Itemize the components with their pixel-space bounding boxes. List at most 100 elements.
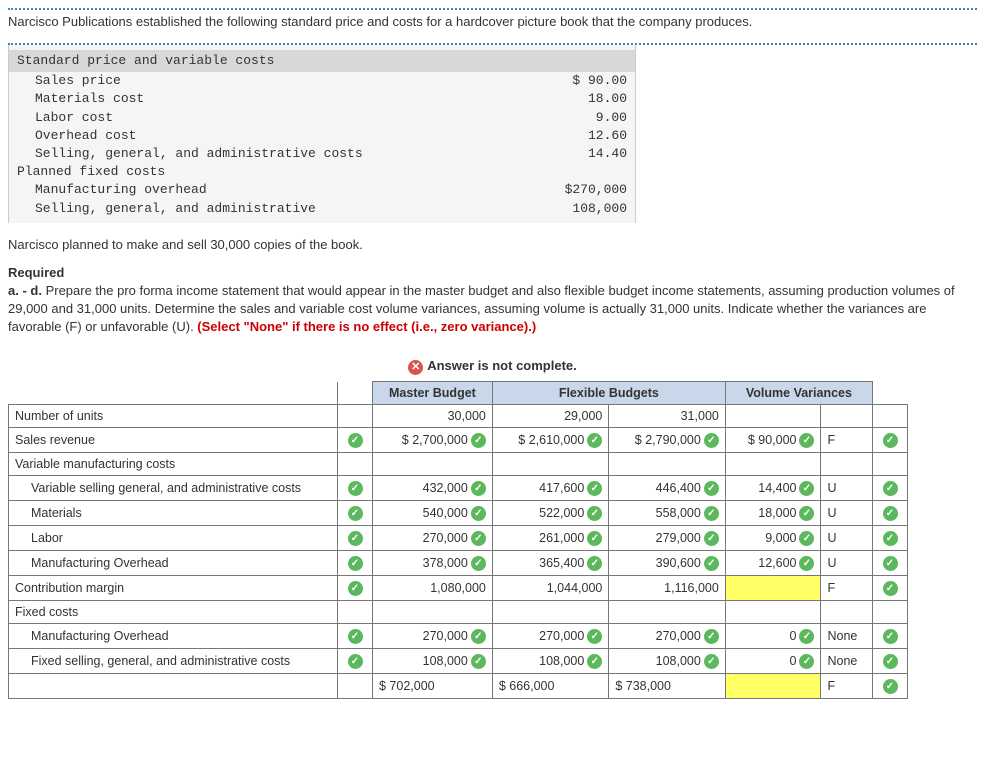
check-icon: ✓ (704, 556, 719, 571)
row-units: Number of units 30,000 29,000 31,000 (9, 405, 908, 428)
check-icon: ✓ (348, 506, 363, 521)
cell-value: 12,600 (732, 556, 797, 570)
row-sales: Sales revenue ✓ $ 2,700,000✓ $ 2,610,000… (9, 428, 908, 453)
cell-value: 432,000 (379, 481, 468, 495)
cell-value: 270,000 (615, 629, 701, 643)
cell-fu[interactable]: F (821, 674, 873, 699)
check-icon: ✓ (883, 433, 898, 448)
check-icon: ✓ (348, 654, 363, 669)
cell-label: Number of units (9, 405, 338, 428)
check-icon: ✓ (471, 506, 486, 521)
cost-header-2: Planned fixed costs (17, 163, 627, 181)
check-icon: ✓ (883, 581, 898, 596)
check-icon: ✓ (471, 654, 486, 669)
cell-value: 108,000 (615, 654, 701, 668)
cell-value: 1,116,000 (609, 576, 726, 601)
row-fsga: Fixed selling, general, and administrati… (9, 649, 908, 674)
check-icon: ✓ (799, 629, 814, 644)
cell-label: Variable manufacturing costs (9, 453, 338, 476)
check-icon: ✓ (799, 556, 814, 571)
cost-label: Materials cost (35, 90, 144, 108)
row-fmoh: Manufacturing Overhead ✓ 270,000✓ 270,00… (9, 624, 908, 649)
check-icon: ✓ (471, 433, 486, 448)
cell-value: 365,400 (499, 556, 585, 570)
check-icon: ✓ (883, 629, 898, 644)
check-icon: ✓ (471, 556, 486, 571)
check-icon: ✓ (704, 506, 719, 521)
cell-label: Fixed selling, general, and administrati… (9, 649, 338, 674)
cell-label: Contribution margin (9, 576, 338, 601)
cell-label: Materials (9, 501, 338, 526)
required-title: Required (8, 264, 977, 282)
cell-value[interactable] (725, 674, 821, 699)
cell-value: 30,000 (373, 405, 493, 428)
cost-label: Labor cost (35, 109, 113, 127)
check-icon: ✓ (883, 506, 898, 521)
cell-value: 1,080,000 (373, 576, 493, 601)
cost-value: 9.00 (596, 109, 627, 127)
required-red: (Select "None" if there is no effect (i.… (197, 319, 536, 334)
cell-fu[interactable]: F (821, 576, 873, 601)
check-icon: ✓ (587, 556, 602, 571)
header-master: Master Budget (373, 382, 493, 405)
cell-fu[interactable]: U (821, 526, 873, 551)
cost-label: Selling, general, and administrative (35, 200, 316, 218)
cell-value: 417,600 (499, 481, 585, 495)
cell-value: $ 90,000 (732, 433, 797, 447)
cell-value: 270,000 (379, 531, 468, 545)
check-icon: ✓ (348, 629, 363, 644)
answer-banner-text: Answer is not complete. (427, 358, 577, 373)
cell-fu[interactable]: None (821, 624, 873, 649)
cell-value: 558,000 (615, 506, 701, 520)
cost-table: Standard price and variable costs Sales … (8, 45, 636, 223)
check-icon: ✓ (471, 481, 486, 496)
cell-fu[interactable]: F (821, 428, 873, 453)
check-icon: ✓ (883, 654, 898, 669)
cell-fu[interactable]: U (821, 501, 873, 526)
required-section: Required a. - d. Prepare the pro forma i… (8, 264, 977, 337)
cell-value: $ 2,790,000 (615, 433, 701, 447)
check-icon: ✓ (587, 433, 602, 448)
check-icon: ✓ (348, 433, 363, 448)
cell-value: 1,044,000 (492, 576, 609, 601)
check-icon: ✓ (348, 556, 363, 571)
cell-value: 378,000 (379, 556, 468, 570)
check-icon: ✓ (471, 629, 486, 644)
cell-value: 0 (732, 654, 797, 668)
cell-fu[interactable]: None (821, 649, 873, 674)
cell-value: $ 666,000 (492, 674, 609, 699)
cell-value: 446,400 (615, 481, 701, 495)
cell-label: Manufacturing Overhead (9, 551, 338, 576)
cell-label: Labor (9, 526, 338, 551)
cost-value: 108,000 (572, 200, 627, 218)
check-icon: ✓ (799, 654, 814, 669)
cost-label: Overhead cost (35, 127, 136, 145)
row-total: $ 702,000 $ 666,000 $ 738,000 F ✓ (9, 674, 908, 699)
cell-value: 14,400 (732, 481, 797, 495)
cell-value: 31,000 (609, 405, 726, 428)
cell-value: 270,000 (379, 629, 468, 643)
cell-value: $ 2,610,000 (499, 433, 585, 447)
cell-label: Sales revenue (9, 428, 338, 453)
check-icon: ✓ (704, 629, 719, 644)
row-materials: Materials ✓ 540,000✓ 522,000✓ 558,000✓ 1… (9, 501, 908, 526)
cell-label: Fixed costs (9, 601, 338, 624)
cell-value[interactable] (725, 576, 821, 601)
cell-value: 540,000 (379, 506, 468, 520)
cell-fu[interactable]: U (821, 551, 873, 576)
cell-value: 270,000 (499, 629, 585, 643)
check-icon: ✓ (348, 481, 363, 496)
required-item: a. - d. (8, 283, 46, 298)
row-cm: Contribution margin ✓ 1,080,000 1,044,00… (9, 576, 908, 601)
x-icon: ✕ (408, 360, 423, 375)
header-flex: Flexible Budgets (492, 382, 725, 405)
cost-value: 12.60 (588, 127, 627, 145)
check-icon: ✓ (587, 506, 602, 521)
cell-value: 108,000 (379, 654, 468, 668)
check-icon: ✓ (799, 433, 814, 448)
check-icon: ✓ (704, 481, 719, 496)
cell-fu[interactable]: U (821, 476, 873, 501)
cost-label: Sales price (35, 72, 121, 90)
row-labor: Labor ✓ 270,000✓ 261,000✓ 279,000✓ 9,000… (9, 526, 908, 551)
check-icon: ✓ (883, 531, 898, 546)
